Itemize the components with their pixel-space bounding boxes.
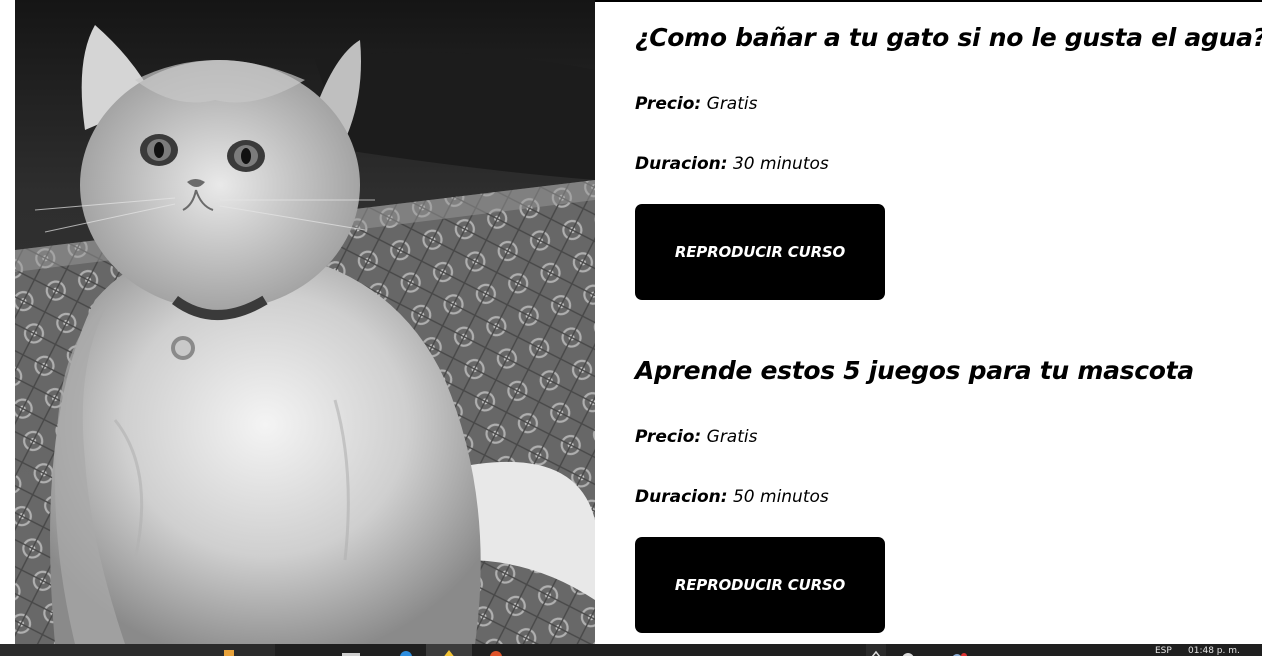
course-price: Precio: Gratis xyxy=(635,426,757,448)
course-page: ¿Como bañar a tu gato si no le gusta el … xyxy=(0,0,1262,656)
app-icon[interactable] xyxy=(485,644,507,656)
duration-label: Duracion: xyxy=(635,154,728,174)
tray-icon[interactable] xyxy=(948,644,972,656)
top-divider xyxy=(595,0,1262,2)
course-duration: Duracion: 30 minutos xyxy=(635,153,829,175)
duration-value: 30 minutos xyxy=(732,154,829,174)
course-price: Precio: Gratis xyxy=(635,93,757,115)
price-label: Precio: xyxy=(635,94,702,114)
app-icon[interactable] xyxy=(340,644,362,656)
active-app-icon[interactable] xyxy=(426,644,472,656)
cat-photo xyxy=(15,0,595,644)
app-icon[interactable] xyxy=(222,644,236,656)
duration-value: 50 minutos xyxy=(732,487,829,507)
price-value: Gratis xyxy=(706,427,758,447)
os-taskbar: ESP 01:48 p. m. xyxy=(0,644,1262,656)
play-course-button[interactable]: REPRODUCIR CURSO xyxy=(635,204,885,300)
price-value: Gratis xyxy=(706,94,758,114)
language-indicator[interactable]: ESP xyxy=(1155,646,1172,656)
tray-icon[interactable] xyxy=(898,644,918,656)
play-course-button[interactable]: REPRODUCIR CURSO xyxy=(635,537,885,633)
price-label: Precio: xyxy=(635,427,702,447)
chevron-up-icon[interactable] xyxy=(866,644,886,656)
app-icon[interactable] xyxy=(395,644,417,656)
duration-label: Duracion: xyxy=(635,487,728,507)
taskbar-clock[interactable]: 01:48 p. m. xyxy=(1188,646,1240,656)
course-title: ¿Como bañar a tu gato si no le gusta el … xyxy=(635,23,1262,52)
course-duration: Duracion: 50 minutos xyxy=(635,486,829,508)
course-title: Aprende estos 5 juegos para tu mascota xyxy=(635,356,1194,385)
